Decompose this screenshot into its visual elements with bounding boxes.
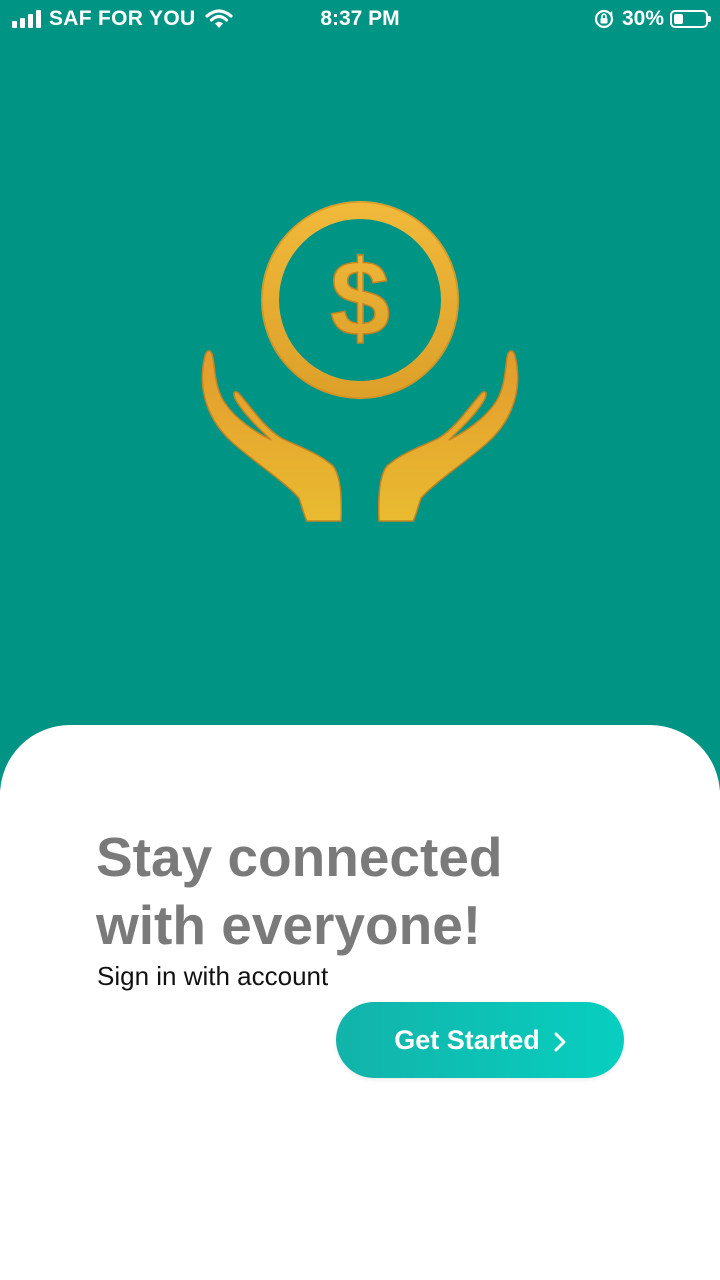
battery-percent: 30% [621, 7, 664, 30]
hero-section: SAF FOR YOU 8:37 PM 30% $ [0, 0, 720, 790]
hands-holding-dollar-coin-icon: $ [201, 201, 519, 522]
onboarding-card [0, 725, 720, 1280]
get-started-label: Get Started [394, 1024, 540, 1055]
battery-icon [670, 10, 711, 28]
headline-line-1: Stay connected [96, 826, 503, 888]
orientation-lock-icon [594, 9, 614, 29]
svg-text:$: $ [330, 237, 390, 358]
get-started-button[interactable]: Get Started [336, 1002, 624, 1078]
status-bar: SAF FOR YOU 8:37 PM 30% [0, 0, 720, 40]
headline-line-2: with everyone! [96, 894, 482, 956]
status-bar-right: 30% [594, 7, 711, 31]
battery-fill [674, 14, 683, 24]
headline: Stay connected with everyone! [96, 823, 656, 959]
chevron-right-icon [554, 1032, 566, 1051]
subtitle: Sign in with account [97, 961, 329, 991]
